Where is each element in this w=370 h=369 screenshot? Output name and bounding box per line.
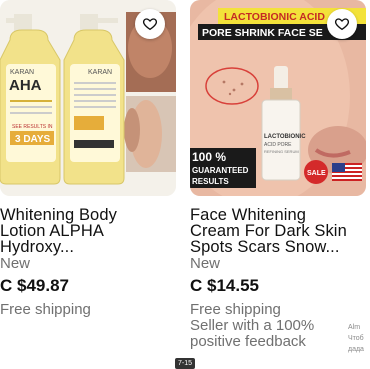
condition-label: New: [190, 255, 221, 272]
fragment-line: Alm: [348, 324, 361, 331]
seller-feedback-line: positive feedback: [190, 333, 306, 350]
product-title[interactable]: Whitening Body Lotion ALPHA Hydroxy...: [0, 206, 176, 256]
shipping-label: Free shipping: [0, 301, 91, 318]
price-label: C $14.55: [190, 276, 259, 295]
fragment-line: дада: [348, 346, 364, 353]
product-image[interactable]: LACTOBIONIC ACID PORE SHRINK FACE SE LAC…: [190, 0, 366, 196]
title-line: Face Whitening: [190, 206, 307, 224]
svg-text:ACID PORE: ACID PORE: [264, 142, 292, 148]
svg-text:KARAN: KARAN: [10, 69, 34, 76]
svg-text:SEE RESULTS IN: SEE RESULTS IN: [12, 124, 53, 130]
svg-text:REFINING SERUM: REFINING SERUM: [264, 149, 299, 154]
title-line: Spots Scars Snow...: [190, 238, 340, 256]
svg-text:LACTOBIONIC ACID: LACTOBIONIC ACID: [224, 11, 325, 23]
price-label: C $49.87: [0, 276, 69, 295]
svg-text:SALE: SALE: [307, 170, 326, 177]
product-title[interactable]: Face Whitening Cream For Dark Skin Spots…: [190, 206, 366, 256]
title-line: Lotion ALPHA: [0, 222, 104, 240]
title-line: Whitening Body: [0, 206, 117, 224]
svg-text:KARAN: KARAN: [88, 69, 112, 76]
next-card-text-fragment: Alm Чтоб дада: [348, 322, 370, 355]
svg-text:AHA: AHA: [9, 77, 42, 94]
svg-text:GUARANTEED: GUARANTEED: [192, 166, 249, 175]
heart-icon: [142, 18, 158, 31]
svg-text:100 %: 100 %: [192, 150, 226, 164]
title-line: Cream For Dark Skin: [190, 222, 347, 240]
condition-label: New: [0, 255, 31, 272]
svg-text:LACTOBIONIC: LACTOBIONIC: [264, 134, 306, 140]
product-card-face-cream[interactable]: LACTOBIONIC ACID PORE SHRINK FACE SE LAC…: [190, 0, 366, 350]
shipping-label: Free shipping: [190, 301, 281, 318]
seller-feedback-line: Seller with a 100%: [190, 317, 315, 334]
watchlist-heart-button[interactable]: [327, 9, 357, 39]
svg-text:PORE SHRINK FACE SE: PORE SHRINK FACE SE: [202, 27, 323, 39]
svg-text:RESULTS: RESULTS: [192, 177, 229, 186]
fragment-line: Чтоб: [348, 335, 364, 342]
heart-icon: [334, 18, 350, 31]
bottom-badge: 7-15: [175, 358, 196, 369]
product-image[interactable]: KARAN AHA SEE RESULTS IN 3 DAYS KARAN: [0, 0, 176, 196]
product-card-whitening-lotion[interactable]: KARAN AHA SEE RESULTS IN 3 DAYS KARAN Wh…: [0, 0, 176, 318]
svg-text:3 DAYS: 3 DAYS: [15, 134, 51, 145]
title-line: Hydroxy...: [0, 238, 75, 256]
watchlist-heart-button[interactable]: [135, 9, 165, 39]
